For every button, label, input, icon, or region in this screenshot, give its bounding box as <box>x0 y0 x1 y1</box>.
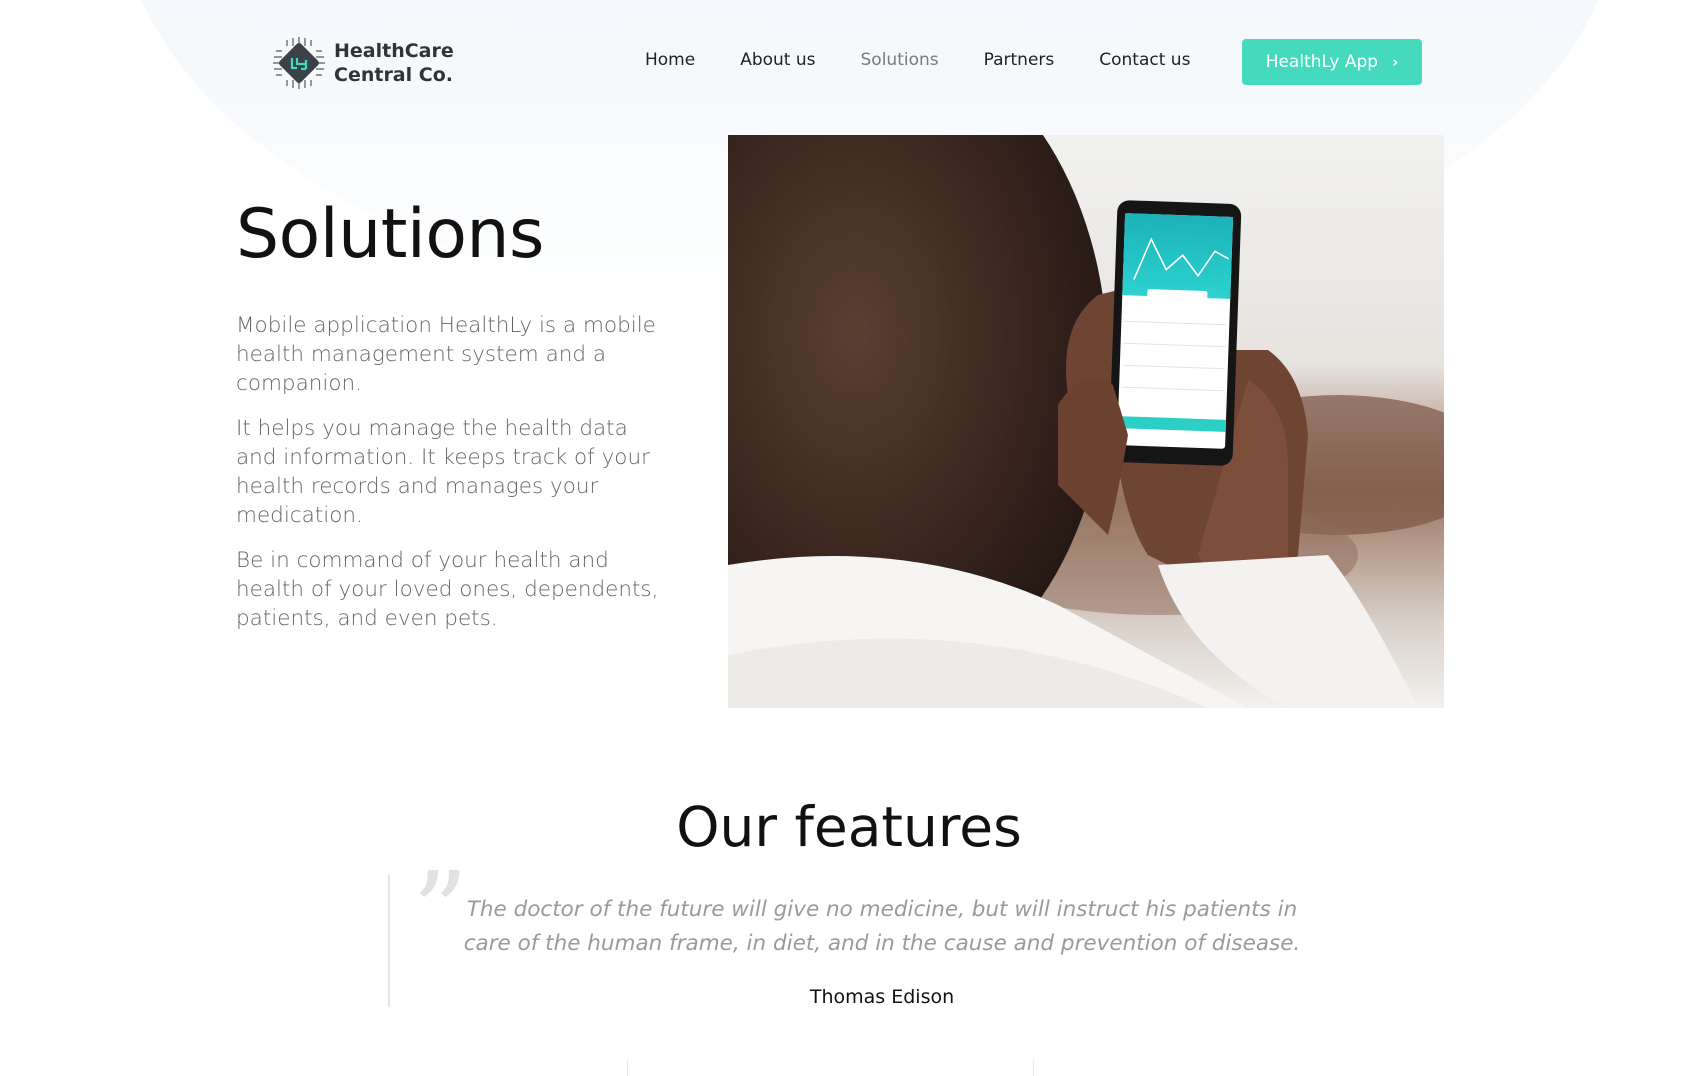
features-title: Our features <box>676 795 1022 859</box>
nav-solutions[interactable]: Solutions <box>861 50 939 70</box>
hero-paragraph: Mobile application HealthLy is a mobile … <box>236 313 656 396</box>
healthly-app-button[interactable]: HealthLy App › <box>1242 39 1422 85</box>
healthly-app-button-label: HealthLy App <box>1265 52 1379 72</box>
hero-illustration <box>728 135 1444 708</box>
person-holding-phone-photo <box>728 135 1444 708</box>
hero-paragraph: Be in command of your health and health … <box>236 548 659 631</box>
chevron-right-icon: › <box>1392 53 1399 71</box>
testimonial-quote: ” The doctor of the future will give no … <box>388 857 1308 1008</box>
page-title: Solutions <box>236 195 544 274</box>
nav-partners[interactable]: Partners <box>984 50 1055 70</box>
main-nav: Home About us Solutions Partners Contact… <box>645 50 1235 70</box>
quote-text: The doctor of the future will give no me… <box>463 897 1301 956</box>
hero-paragraph: It helps you manage the health data and … <box>236 416 650 528</box>
feature-divider <box>627 1060 628 1076</box>
hero-description: Mobile application HealthLy is a mobile … <box>236 311 666 649</box>
nav-home[interactable]: Home <box>645 50 695 70</box>
site-header: HealthCare Central Co. Home About us Sol… <box>0 0 1698 130</box>
quote-author: Thomas Edison <box>809 986 955 1008</box>
nav-about-us[interactable]: About us <box>740 50 815 70</box>
feature-divider <box>1033 1060 1034 1076</box>
brand-name-line2: Central Co. <box>334 64 453 86</box>
brand-name: HealthCare Central Co. <box>334 39 454 87</box>
nav-contact-us[interactable]: Contact us <box>1099 50 1190 70</box>
brand-logo[interactable]: HealthCare Central Co. <box>272 36 454 90</box>
brand-name-line1: HealthCare <box>334 40 454 62</box>
chip-logo-icon <box>273 37 325 89</box>
